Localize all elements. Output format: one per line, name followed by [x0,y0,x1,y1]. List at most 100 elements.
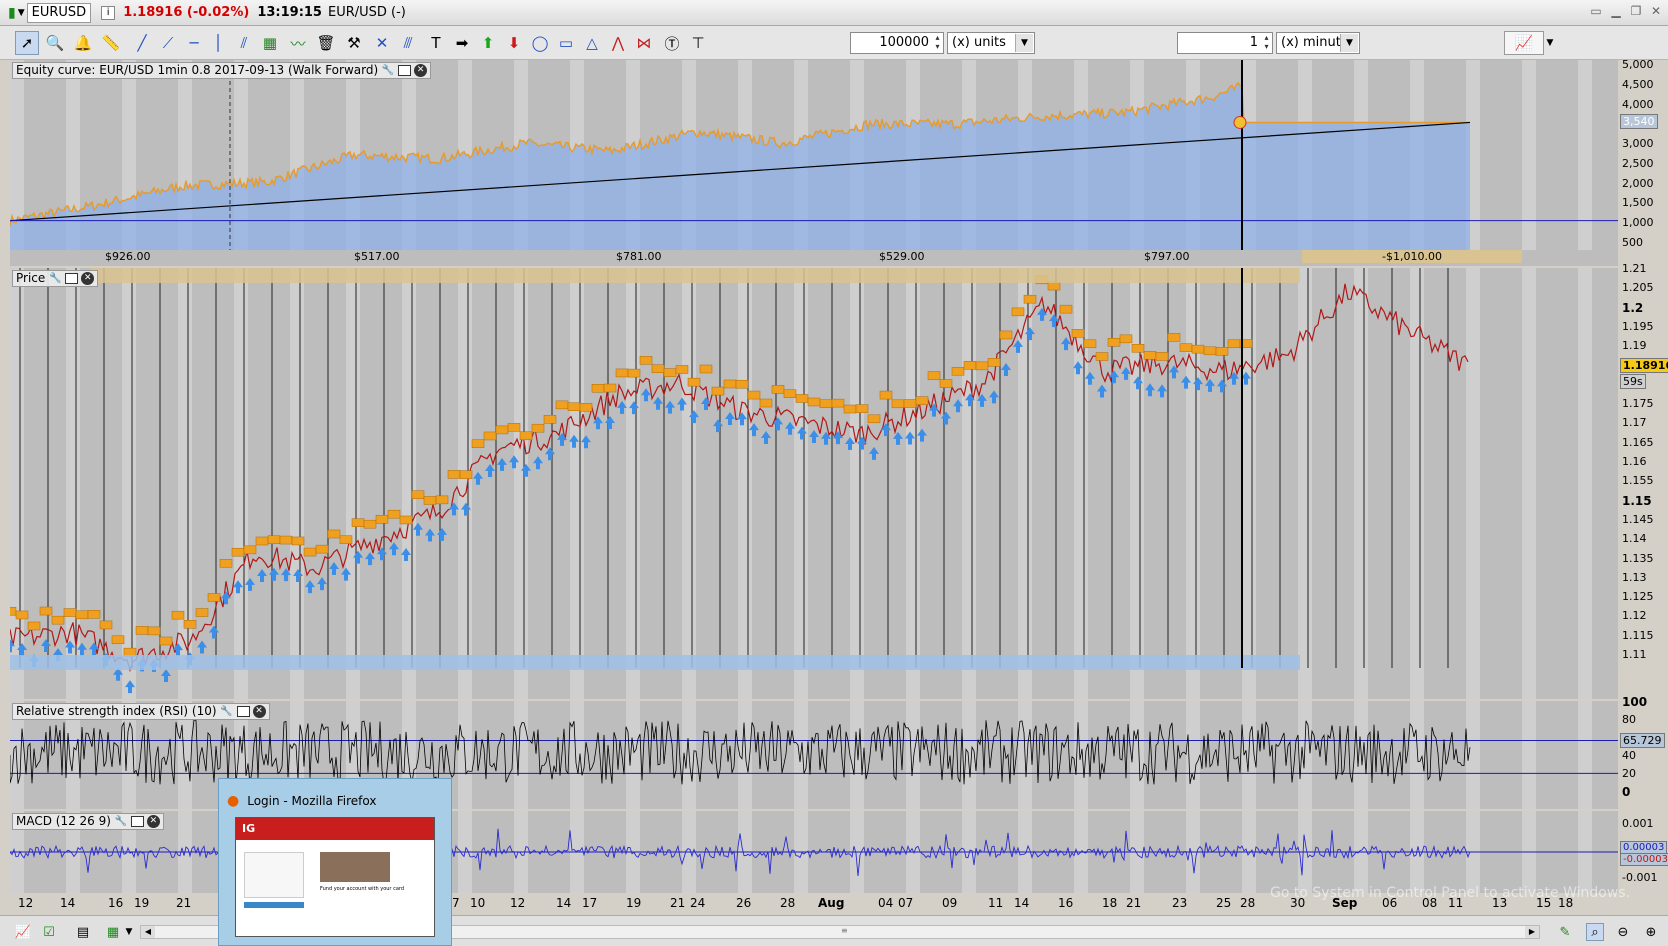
ellipse-icon[interactable]: ◯ [528,31,552,55]
horizontal-line-icon[interactable]: ─ [182,31,206,55]
minimize-icon[interactable]: ▁ [1608,3,1624,19]
line-icon[interactable]: ╱ [130,31,154,55]
vertical-line-icon[interactable]: │ [206,31,230,55]
equity-panel-title: Equity curve: EUR/USD 1min 0.8 2017-09-1… [16,63,379,77]
close-icon[interactable]: ✕ [1648,3,1664,19]
ray-icon[interactable]: ⟋ [156,31,180,55]
text-icon[interactable]: T [424,31,448,55]
window-icon[interactable] [130,816,144,827]
trend-icon[interactable]: 〰 [286,31,310,55]
y-tick-label: 4,000 [1622,97,1654,111]
chart-icon[interactable]: 📈 [14,923,32,941]
buy-arrow [641,388,651,402]
zoom-fit-icon[interactable]: ⌕ [1586,923,1604,941]
channel-icon[interactable]: ⫽ [232,31,256,55]
buy-arrow [545,447,555,461]
pattern-icon[interactable]: ⋀ [606,31,630,55]
sell-marker [1059,304,1073,314]
restore-icon[interactable]: ❐ [1628,3,1644,19]
chevron-down-icon[interactable]: ▼ [1544,31,1556,55]
scroll-right-icon[interactable]: ▶ [1525,926,1539,938]
sell-marker [627,368,641,378]
buy-arrow [653,396,663,410]
buy-arrow [1037,307,1047,321]
background-stripe [570,268,584,699]
check-list-icon[interactable]: ☑ [40,923,58,941]
info-icon[interactable]: i [101,5,116,20]
y-tick-label: 1.145 [1622,512,1654,526]
arrow-right-icon[interactable]: ➡ [450,31,474,55]
candlestick-icon[interactable]: ▮ [8,3,16,23]
alert-bell-icon[interactable]: 🔔 [71,31,95,55]
buy-arrow [953,399,963,413]
sell-marker [939,379,953,388]
y-tick-label: 5,000 [1622,58,1654,71]
indicators-icon[interactable]: 📈 [1504,31,1544,55]
sell-marker [255,536,269,546]
sell-marker [87,610,101,619]
arrow-up-icon[interactable]: ⬆ [476,31,500,55]
zoom-out-icon[interactable]: ⊖ [1614,923,1632,941]
ruler-icon[interactable]: 📏 [99,31,123,55]
wave-icon[interactable]: ⋈ [632,31,656,55]
close-icon[interactable]: ✕ [252,705,266,718]
chevron-down-icon[interactable]: ▼ [1340,34,1358,52]
price-panel-header: Price 🔧 ✕ [12,270,99,287]
equity-curve-panel[interactable]: Equity curve: EUR/USD 1min 0.8 2017-09-1… [10,60,1618,266]
window-icon[interactable] [65,273,79,284]
parallel-icon[interactable]: ⫻ [396,31,420,55]
sell-marker [591,383,605,393]
buy-arrow [725,411,735,425]
arrow-down-icon[interactable]: ⬇ [502,31,526,55]
x-tick-label: 16 [108,896,124,910]
chevron-down-icon[interactable]: ▼ [120,923,138,941]
sell-marker [303,547,317,557]
wrench-icon[interactable]: 🔧 [48,272,62,286]
fibonacci-icon[interactable]: ▦ [258,31,282,55]
period-unit-select[interactable]: (x) minutes ▼ [1276,32,1360,54]
text-box-icon[interactable]: ⊤ [686,31,710,55]
y-tick-label: 1.115 [1622,628,1654,642]
sell-marker [339,535,353,544]
dropdown-arrow-icon[interactable]: ▼ [18,3,25,23]
buy-arrow [1121,366,1131,380]
sell-marker [999,330,1013,340]
firefox-window-title: Login - Mozilla Firefox [247,794,377,808]
quantity-input[interactable]: 100000 [850,32,944,54]
cursor-icon[interactable]: ➚ [15,31,39,55]
sell-marker [231,547,245,557]
pen-icon[interactable]: ✎ [1556,923,1574,941]
buy-arrow [1145,383,1155,397]
firefox-taskbar-preview[interactable]: ● Login - Mozilla Firefox IG Fund your a… [218,778,452,946]
comment-icon[interactable]: Ⓣ [660,31,684,55]
wrench-icon[interactable]: 🔧 [114,815,128,829]
close-icon[interactable]: ✕ [414,64,428,77]
chevron-down-icon[interactable]: ▼ [1015,34,1033,52]
zoom-in-icon[interactable]: ⊕ [1642,923,1660,941]
background-stripe [514,268,528,699]
scroll-left-icon[interactable]: ◀ [141,926,155,938]
zoom-icon[interactable]: 🔍 [43,31,67,55]
keyboard-icon[interactable]: ▭ [1588,3,1604,19]
y-tick-label: 3,000 [1622,137,1654,151]
table-icon[interactable]: ▤ [74,923,92,941]
period-input[interactable]: 1 [1177,32,1273,54]
wrench-icon[interactable]: 🔧 [220,705,234,719]
rectangle-icon[interactable]: ▭ [554,31,578,55]
window-icon[interactable] [236,706,250,717]
close-icon[interactable]: ✕ [81,272,95,285]
close-icon[interactable]: ✕ [146,815,160,828]
crosshair-icon[interactable]: ✕ [370,31,394,55]
window-icon[interactable] [398,65,412,76]
x-tick-label: 16 [1058,896,1074,910]
symbol-field[interactable]: EURUSD [26,2,92,23]
wrench-icon[interactable]: 🔧 [381,64,395,78]
scroll-thumb-grip[interactable]: ≡ [841,926,848,938]
y-tick-label: 1.19 [1622,339,1647,353]
delete-icon[interactable]: 🗑 [314,31,338,55]
y-tick-label: 1,000 [1622,216,1654,230]
quantity-unit-select[interactable]: (x) units ▼ [947,32,1035,54]
price-panel[interactable]: Price 🔧 ✕ [10,268,1618,699]
hammer-icon[interactable]: ⚒ [342,31,366,55]
triangle-icon[interactable]: △ [580,31,604,55]
